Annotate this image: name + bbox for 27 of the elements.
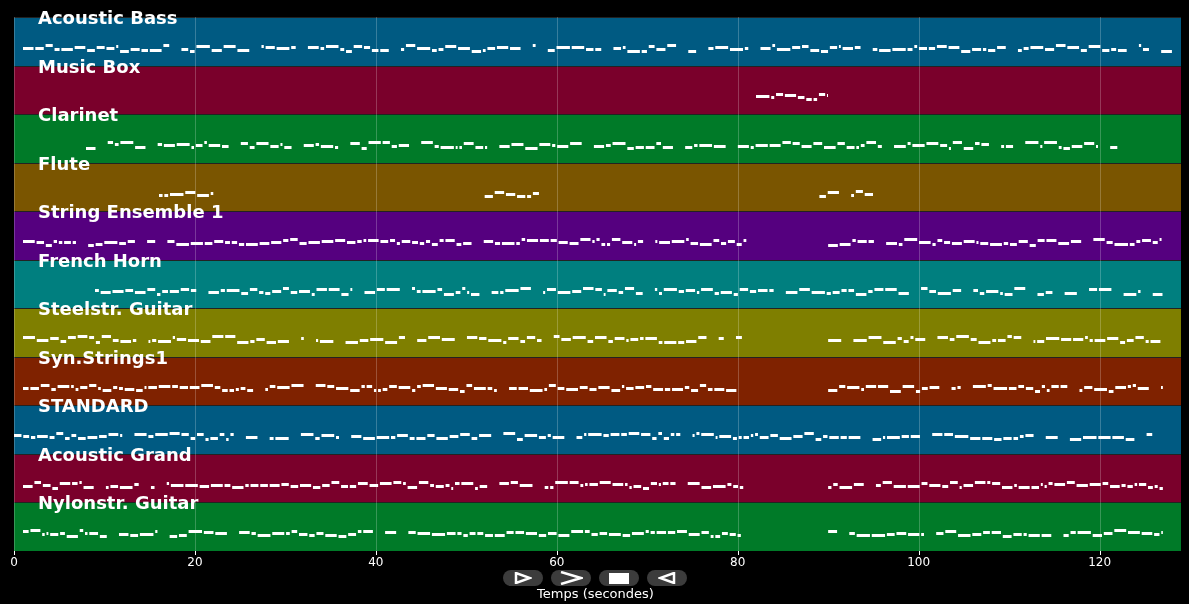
tick-label: 60 <box>549 555 565 569</box>
track-name: Nylonstr. Guitar <box>38 492 199 515</box>
track-name: Syn.Strings1 <box>38 346 168 369</box>
track-name: Music Box <box>38 55 141 78</box>
tick-label: 100 <box>907 555 931 569</box>
track-name: Clarinet <box>38 104 119 127</box>
tick-label: 80 <box>730 555 746 569</box>
track-name: Acoustic Grand <box>38 443 192 466</box>
play-icon <box>514 572 532 584</box>
stop-icon <box>609 572 629 584</box>
track-name: Acoustic Bass <box>38 7 178 29</box>
back-button[interactable] <box>647 570 687 586</box>
track-name: French Horn <box>38 249 162 272</box>
track-name: STANDARD <box>38 395 149 418</box>
rewind-icon <box>658 572 676 584</box>
forward-button[interactable] <box>551 570 591 586</box>
track-name: String Ensemble 1 <box>38 201 224 224</box>
stop-button[interactable] <box>599 570 639 586</box>
track-name: Flute <box>38 152 91 175</box>
chevron-icon <box>559 571 583 585</box>
play-button[interactable] <box>503 570 543 586</box>
tick-label: 0 <box>10 555 18 569</box>
axis-label: Temps (secondes) <box>537 586 654 601</box>
track-name: Steelstr. Guitar <box>38 298 193 321</box>
tick-label: 20 <box>187 555 203 569</box>
tick-label: 40 <box>368 555 384 569</box>
tick-label: 120 <box>1088 555 1112 569</box>
